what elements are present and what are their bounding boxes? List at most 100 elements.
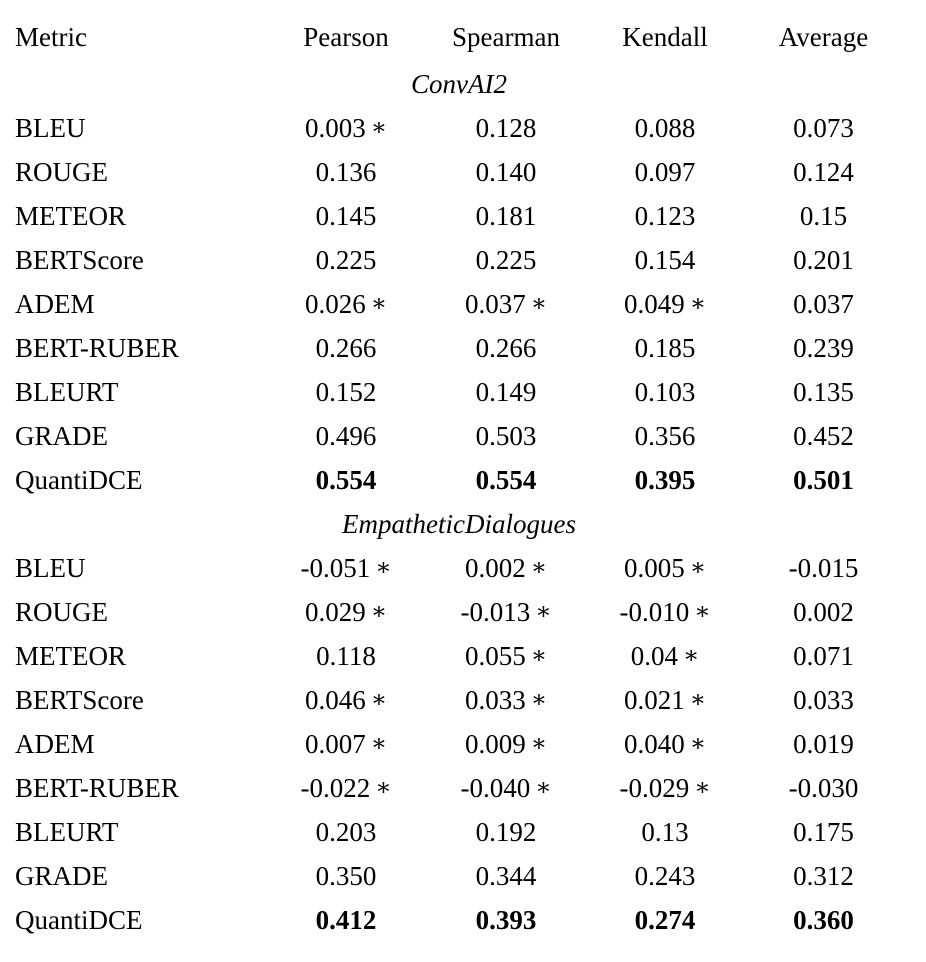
spearman-value: 0.009 ∗ bbox=[426, 722, 586, 766]
kendall-value: 0.021 ∗ bbox=[586, 678, 744, 722]
metric-name: QuantiDCE bbox=[15, 464, 143, 495]
cell-value: 0.15 bbox=[799, 200, 848, 231]
cell-value: 0.136 bbox=[315, 156, 377, 187]
significance-asterisk: ∗ bbox=[689, 554, 707, 581]
cell-value: 0.266 bbox=[315, 332, 377, 363]
column-header-metric: Metric bbox=[15, 21, 87, 52]
cell-value: 0.002 bbox=[464, 552, 526, 583]
kendall-value: 0.123 bbox=[586, 194, 744, 238]
results-table-container: Metric Pearson Spearman Kendall Average ConvA… bbox=[15, 12, 903, 942]
cell-value: 0.088 bbox=[634, 112, 696, 143]
significance-asterisk: ∗ bbox=[535, 774, 552, 801]
cell-value: -0.051 bbox=[300, 552, 371, 583]
cell-value: -0.015 bbox=[788, 552, 859, 583]
metric-name: QuantiDCE bbox=[15, 904, 143, 935]
cell-value: 0.181 bbox=[475, 200, 537, 231]
kendall-value: -0.029 ∗ bbox=[586, 766, 744, 810]
cell-value: -0.030 bbox=[788, 772, 859, 803]
table-row: ROUGE 0.029 ∗ -0.013 ∗ -0.010 ∗ 0.002 bbox=[15, 590, 903, 634]
cell-value: 0.412 bbox=[315, 904, 377, 935]
metric-name: BERTScore bbox=[15, 678, 266, 722]
metric-name: BLEURT bbox=[15, 376, 119, 407]
pearson-value: 0.136 bbox=[266, 150, 426, 194]
cell-value: 0.128 bbox=[475, 112, 537, 143]
pearson-value: 0.118 bbox=[266, 634, 426, 678]
kendall-value: 0.243 bbox=[586, 854, 744, 898]
spearman-value: 0.225 bbox=[426, 238, 586, 282]
metric-name: METEOR bbox=[15, 640, 126, 671]
cell-value: 0.009 bbox=[464, 728, 526, 759]
column-header-pearson: Pearson bbox=[303, 21, 389, 52]
table-row: ROUGE 0.136 0.140 0.097 0.124 bbox=[15, 150, 903, 194]
cell-value: 0.175 bbox=[793, 816, 854, 847]
significance-asterisk: ∗ bbox=[530, 686, 548, 713]
kendall-value: 0.103 bbox=[586, 370, 744, 414]
kendall-value: 0.088 bbox=[586, 106, 744, 150]
cell-value: -0.010 bbox=[619, 596, 690, 627]
significance-asterisk: ∗ bbox=[689, 686, 707, 713]
table-body: Metric Pearson Spearman Kendall Average ConvA… bbox=[15, 12, 903, 942]
metric-name-text: BERTS bbox=[15, 244, 98, 275]
section-title: ConvAI2 bbox=[411, 68, 507, 99]
cell-value: 0.046 bbox=[304, 684, 366, 715]
cell-value: 0.350 bbox=[315, 860, 377, 891]
spearman-value: 0.192 bbox=[426, 810, 586, 854]
cell-value: 0.395 bbox=[634, 464, 696, 495]
average-value: 0.452 bbox=[744, 414, 903, 458]
cell-value: 0.073 bbox=[793, 112, 854, 143]
cell-value: 0.033 bbox=[464, 684, 526, 715]
kendall-value: 0.185 bbox=[586, 326, 744, 370]
cell-value: 0.140 bbox=[475, 156, 537, 187]
pearson-value: 0.007 ∗ bbox=[266, 722, 426, 766]
significance-asterisk: ∗ bbox=[530, 730, 548, 757]
spearman-value: 0.181 bbox=[426, 194, 586, 238]
metric-name-smallcaps-tail: core bbox=[97, 684, 144, 715]
table-row: METEOR 0.118 0.055 ∗ 0.04 ∗ 0.071 bbox=[15, 634, 903, 678]
spearman-value: 0.554 bbox=[426, 458, 586, 502]
metric-name: ADEM bbox=[15, 728, 95, 759]
significance-asterisk: ∗ bbox=[370, 114, 388, 141]
kendall-value: 0.395 bbox=[586, 458, 744, 502]
average-value: 0.201 bbox=[744, 238, 903, 282]
pearson-value: 0.003 ∗ bbox=[266, 106, 426, 150]
cell-value: 0.192 bbox=[475, 816, 537, 847]
table-row: BLEU 0.003 ∗ 0.128 0.088 0.073 bbox=[15, 106, 903, 150]
cell-value: 0.13 bbox=[641, 816, 689, 847]
pearson-value: 0.266 bbox=[266, 326, 426, 370]
significance-asterisk: ∗ bbox=[530, 554, 548, 581]
cell-value: 0.312 bbox=[793, 860, 854, 891]
kendall-value: 0.097 bbox=[586, 150, 744, 194]
metric-name-text: BERTS bbox=[15, 684, 98, 715]
kendall-value: 0.005 ∗ bbox=[586, 546, 744, 590]
average-value: 0.501 bbox=[744, 458, 903, 502]
cell-value: 0.149 bbox=[475, 376, 537, 407]
cell-value: 0.393 bbox=[475, 904, 537, 935]
kendall-value: 0.13 bbox=[586, 810, 744, 854]
column-header-average: Average bbox=[778, 21, 869, 52]
significance-asterisk: ∗ bbox=[530, 290, 548, 317]
pearson-value: 0.554 bbox=[266, 458, 426, 502]
metric-name: METEOR bbox=[15, 200, 126, 231]
table-row: BERTScore 0.046 ∗ 0.033 ∗ 0.021 ∗ 0.033 bbox=[15, 678, 903, 722]
cell-value: -0.040 bbox=[460, 772, 531, 803]
cell-value: 0.135 bbox=[793, 376, 854, 407]
metric-name: BLEU bbox=[15, 552, 86, 583]
cell-value: 0.201 bbox=[793, 244, 854, 275]
pearson-value: 0.145 bbox=[266, 194, 426, 238]
kendall-value: 0.274 bbox=[586, 898, 744, 942]
significance-asterisk: ∗ bbox=[370, 730, 388, 757]
significance-asterisk: ∗ bbox=[682, 642, 700, 669]
significance-asterisk: ∗ bbox=[694, 598, 711, 625]
significance-asterisk: ∗ bbox=[689, 290, 707, 317]
metric-name: BERT-RUBER bbox=[15, 772, 179, 803]
cell-value: 0.003 bbox=[304, 112, 366, 143]
table-row: GRADE 0.350 0.344 0.243 0.312 bbox=[15, 854, 903, 898]
cell-value: 0.04 bbox=[630, 640, 678, 671]
cell-value: 0.344 bbox=[475, 860, 537, 891]
cell-value: 0.554 bbox=[315, 464, 377, 495]
average-value: 0.360 bbox=[744, 898, 903, 942]
significance-asterisk: ∗ bbox=[375, 554, 392, 581]
cell-value: 0.049 bbox=[623, 288, 685, 319]
section-header-row: ConvAI2 bbox=[15, 62, 903, 106]
spearman-value: 0.002 ∗ bbox=[426, 546, 586, 590]
